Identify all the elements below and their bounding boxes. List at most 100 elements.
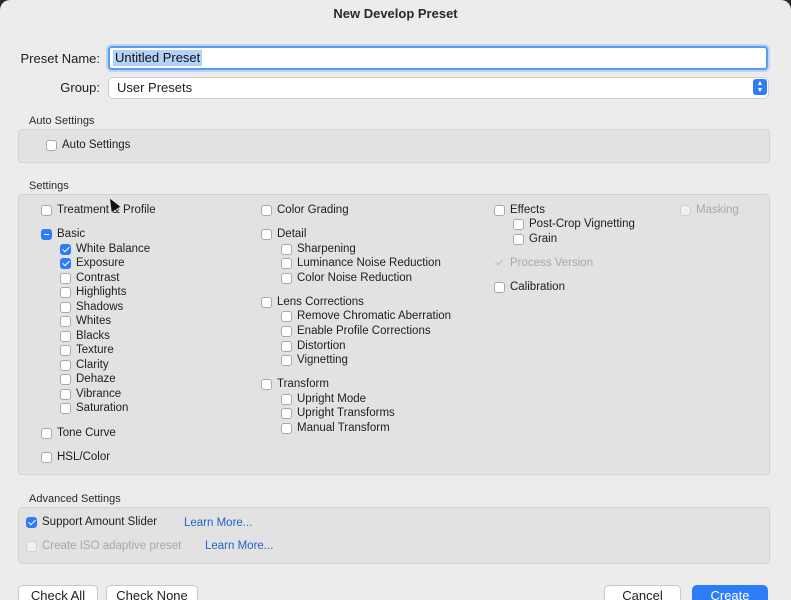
checkbox-label: Vignetting [297,354,348,366]
checkbox-mark [261,296,272,308]
checkbox-mark [60,257,71,269]
preset-name-value: Untitled Preset [113,50,203,66]
cancel-button[interactable]: Cancel [604,585,681,600]
checkbox-label: Support Amount Slider [42,516,158,528]
tone-curve-checkbox[interactable]: Tone Curve [41,427,116,439]
color-grading-checkbox[interactable]: Color Grading [261,204,349,216]
effects-checkbox[interactable]: Effects [494,204,545,216]
check-none-button[interactable]: Check None [106,585,198,600]
blacks-checkbox[interactable]: Blacks [60,330,110,342]
preset-name-input[interactable]: Untitled Preset [108,46,768,70]
process-version-checkbox: Process Version [494,257,593,269]
checkbox-mark [60,315,71,327]
sharpening-checkbox[interactable]: Sharpening [281,243,356,255]
new-develop-preset-dialog: New Develop Preset Preset Name: Untitled… [0,0,791,600]
checkbox-mark [281,340,292,352]
checkbox-mark [60,359,71,371]
color-noise-reduction-checkbox[interactable]: Color Noise Reduction [281,272,412,284]
checkbox-label: Blacks [76,330,110,342]
lens-corrections-checkbox[interactable]: Lens Corrections [261,296,364,308]
chevron-up-down-icon: ▲ ▼ [753,79,767,95]
checkbox-mark [60,402,71,414]
checkbox-label: Exposure [76,257,125,269]
post-crop-vignetting-checkbox[interactable]: Post-Crop Vignetting [513,218,635,230]
basic-checkbox[interactable]: Basic [41,228,85,240]
checkbox-label: Color Grading [277,204,349,216]
settings-title: Settings [29,180,69,192]
highlights-checkbox[interactable]: Highlights [60,286,127,298]
checkbox-label: Dehaze [76,373,116,385]
check-all-button[interactable]: Check All [18,585,98,600]
saturation-checkbox[interactable]: Saturation [60,402,128,414]
luminance-noise-reduction-checkbox[interactable]: Luminance Noise Reduction [281,257,441,269]
checkbox-label: Masking [696,204,739,216]
auto-settings-box: Auto Settings [18,129,770,163]
checkbox-label: Upright Mode [297,393,367,405]
checkbox-label: Color Noise Reduction [297,272,413,284]
vignetting-checkbox[interactable]: Vignetting [281,354,348,366]
clarity-checkbox[interactable]: Clarity [60,359,109,371]
learn-more-link[interactable]: Learn More... [184,517,252,529]
checkbox-mark [60,330,71,342]
create-button[interactable]: Create [692,585,768,600]
checkbox-label: Transform [277,378,329,390]
checkbox-mark [261,228,272,240]
upright-mode-checkbox[interactable]: Upright Mode [281,393,366,405]
checkbox-label: Contrast [76,272,120,284]
checkbox-mark [26,540,37,552]
checkbox-label: Create ISO adaptive preset [42,540,182,552]
group-label: Group: [60,80,100,95]
grain-checkbox[interactable]: Grain [513,233,557,245]
checkbox-label: Process Version [510,257,594,269]
checkbox-mark [281,354,292,366]
checkbox-label: Effects [510,204,545,216]
checkbox-label: Manual Transform [297,422,390,434]
checkbox-label: HSL/Color [57,451,111,463]
checkbox-label: Grain [529,233,558,245]
hsl-color-checkbox[interactable]: HSL/Color [41,451,110,463]
shadows-checkbox[interactable]: Shadows [60,301,123,313]
learn-more-link-iso[interactable]: Learn More... [205,540,273,552]
checkbox-mark [513,218,524,230]
vibrance-checkbox[interactable]: Vibrance [60,388,121,400]
remove-chromatic-aberration-checkbox[interactable]: Remove Chromatic Aberration [281,310,451,322]
checkbox-label: Upright Transforms [297,407,395,419]
checkbox-mark [281,257,292,269]
checkbox-label: Vibrance [76,388,122,400]
enable-profile-corrections-checkbox[interactable]: Enable Profile Corrections [281,325,431,337]
checkbox-mark [494,204,505,216]
texture-checkbox[interactable]: Texture [60,344,114,356]
checkbox-mark [60,344,71,356]
checkbox-mark [281,310,292,322]
whites-checkbox[interactable]: Whites [60,315,111,327]
advanced-settings-title: Advanced Settings [29,493,121,505]
checkbox-mark [26,516,37,528]
checkbox-mark [281,422,292,434]
checkbox-mark [281,272,292,284]
checkbox-label: Calibration [510,281,565,293]
treatment-profile-checkbox[interactable]: Treatment & Profile [41,204,156,216]
checkbox-mark [46,139,57,151]
checkbox-mark [281,243,292,255]
calibration-checkbox[interactable]: Calibration [494,281,565,293]
checkbox-mark [261,204,272,216]
upright-transforms-checkbox[interactable]: Upright Transforms [281,407,395,419]
distortion-checkbox[interactable]: Distortion [281,340,346,352]
auto-settings-checkbox[interactable]: Auto Settings [46,139,130,151]
auto-settings-title: Auto Settings [29,115,95,127]
contrast-checkbox[interactable]: Contrast [60,272,119,284]
checkbox-label: Whites [76,315,112,327]
checkbox-mark [60,243,71,255]
detail-checkbox[interactable]: Detail [261,228,306,240]
exposure-checkbox[interactable]: Exposure [60,257,125,269]
white-balance-checkbox[interactable]: White Balance [60,243,150,255]
group-select[interactable]: User Presets ▲ ▼ [108,77,769,99]
transform-checkbox[interactable]: Transform [261,378,329,390]
checkbox-mark [60,272,71,284]
dehaze-checkbox[interactable]: Dehaze [60,373,116,385]
manual-transform-checkbox[interactable]: Manual Transform [281,422,390,434]
checkbox-label: Clarity [76,359,109,371]
dialog-title: New Develop Preset [333,6,458,21]
support-amount-slider-checkbox[interactable]: Support Amount Slider [26,516,157,528]
checkbox-label: Distortion [297,340,346,352]
